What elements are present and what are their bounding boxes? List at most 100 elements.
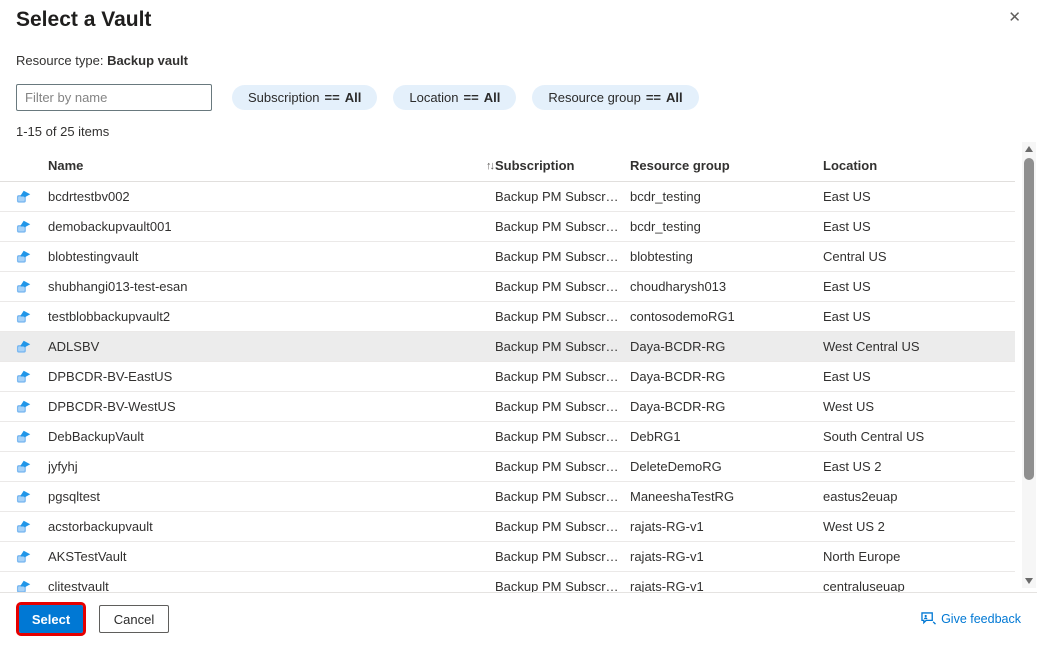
cell-location: East US xyxy=(823,279,1015,294)
backup-vault-icon xyxy=(16,550,31,564)
backup-vault-icon xyxy=(16,250,31,264)
cell-location: East US 2 xyxy=(823,459,1015,474)
scrollbar-thumb[interactable] xyxy=(1024,158,1034,480)
cancel-button[interactable]: Cancel xyxy=(99,605,169,633)
cell-name: DPBCDR-BV-EastUS xyxy=(48,369,495,384)
vault-icon-cell xyxy=(16,580,48,593)
filter-pill[interactable]: Location == All xyxy=(393,85,516,110)
backup-vault-icon xyxy=(16,490,31,504)
cell-resource-group: Daya-BCDR-RG xyxy=(630,339,823,354)
vault-icon-cell xyxy=(16,460,48,474)
vault-icon-cell xyxy=(16,280,48,294)
column-header-subscription: Subscription xyxy=(495,158,630,173)
table-row[interactable]: ADLSBV Backup PM Subscription Daya-BCDR-… xyxy=(0,332,1015,362)
cell-location: West US xyxy=(823,399,1015,414)
vault-icon-cell xyxy=(16,430,48,444)
page-title: Select a Vault xyxy=(16,8,151,32)
filter-pill[interactable]: Resource group == All xyxy=(532,85,698,110)
table-row[interactable]: DPBCDR-BV-WestUS Backup PM Subscription … xyxy=(0,392,1015,422)
cell-resource-group: rajats-RG-v1 xyxy=(630,549,823,564)
backup-vault-icon xyxy=(16,520,31,534)
table-row[interactable]: bcdrtestbv002 Backup PM Subscription bcd… xyxy=(0,182,1015,212)
cell-name: shubhangi013-test-esan xyxy=(48,279,495,294)
cell-resource-group: contosodemoRG1 xyxy=(630,309,823,324)
filter-pill[interactable]: Subscription == All xyxy=(232,85,377,110)
scroll-up-icon[interactable] xyxy=(1022,142,1036,156)
cell-resource-group: DebRG1 xyxy=(630,429,823,444)
backup-vault-icon xyxy=(16,370,31,384)
column-header-name-label: Name xyxy=(48,158,83,173)
column-header-location: Location xyxy=(823,158,1015,173)
vault-icon-cell xyxy=(16,190,48,204)
cell-name: DebBackupVault xyxy=(48,429,495,444)
cell-location: East US xyxy=(823,369,1015,384)
resource-type-label: Resource type: xyxy=(16,53,103,68)
table-row[interactable]: DPBCDR-BV-EastUS Backup PM Subscription … xyxy=(0,362,1015,392)
resource-type-value: Backup vault xyxy=(107,53,188,68)
cell-resource-group: DeleteDemoRG xyxy=(630,459,823,474)
backup-vault-icon xyxy=(16,430,31,444)
backup-vault-icon xyxy=(16,190,31,204)
cell-name: testblobbackupvault2 xyxy=(48,309,495,324)
cell-subscription: Backup PM Subscription xyxy=(495,369,630,384)
cell-resource-group: choudharysh013 xyxy=(630,279,823,294)
filter-pill-field: Location xyxy=(409,90,458,105)
table-row[interactable]: AKSTestVault Backup PM Subscription raja… xyxy=(0,542,1015,572)
backup-vault-icon xyxy=(16,580,31,593)
cell-name: blobtestingvault xyxy=(48,249,495,264)
dialog-footer: Select Cancel Give feedback xyxy=(0,592,1037,645)
filter-pill-field: Resource group xyxy=(548,90,641,105)
filter-by-name-input[interactable] xyxy=(16,84,212,111)
vertical-scrollbar[interactable] xyxy=(1022,142,1036,588)
cell-subscription: Backup PM Subscription xyxy=(495,579,630,592)
vault-icon-cell xyxy=(16,340,48,354)
cell-subscription: Backup PM Subscription xyxy=(495,489,630,504)
cell-location: West US 2 xyxy=(823,519,1015,534)
table-row[interactable]: testblobbackupvault2 Backup PM Subscript… xyxy=(0,302,1015,332)
cell-location: South Central US xyxy=(823,429,1015,444)
filter-pill-field: Subscription xyxy=(248,90,320,105)
vault-icon-cell xyxy=(16,520,48,534)
table-row[interactable]: clitestvault Backup PM Subscription raja… xyxy=(0,572,1015,592)
filter-pill-value: All xyxy=(666,90,683,105)
cell-subscription: Backup PM Subscription xyxy=(495,399,630,414)
vault-table: Name ↑↓ Subscription Resource group Loca… xyxy=(0,150,1015,592)
cell-resource-group: ManeeshaTestRG xyxy=(630,489,823,504)
table-row[interactable]: demobackupvault001 Backup PM Subscriptio… xyxy=(0,212,1015,242)
cell-location: Central US xyxy=(823,249,1015,264)
cell-name: acstorbackupvault xyxy=(48,519,495,534)
cell-resource-group: bcdr_testing xyxy=(630,189,823,204)
cell-subscription: Backup PM Subscription xyxy=(495,339,630,354)
backup-vault-icon xyxy=(16,310,31,324)
table-row[interactable]: jyfyhj Backup PM Subscription DeleteDemo… xyxy=(0,452,1015,482)
table-row[interactable]: shubhangi013-test-esan Backup PM Subscri… xyxy=(0,272,1015,302)
close-icon[interactable]: ✕ xyxy=(1008,10,1021,25)
give-feedback-label: Give feedback xyxy=(941,612,1021,626)
items-count: 1-15 of 25 items xyxy=(16,124,109,139)
cell-name: AKSTestVault xyxy=(48,549,495,564)
select-vault-dialog: Select a Vault ✕ Resource type: Backup v… xyxy=(0,0,1037,645)
filter-pill-operator: == xyxy=(646,90,661,105)
cell-name: ADLSBV xyxy=(48,339,495,354)
sort-icon[interactable]: ↑↓ xyxy=(486,160,493,172)
cell-name: clitestvault xyxy=(48,579,495,592)
feedback-icon xyxy=(921,612,936,626)
vault-icon-cell xyxy=(16,400,48,414)
filter-row: Subscription == All Location == All Reso… xyxy=(16,84,699,111)
scroll-down-icon[interactable] xyxy=(1022,574,1036,588)
table-row[interactable]: DebBackupVault Backup PM Subscription De… xyxy=(0,422,1015,452)
cell-name: jyfyhj xyxy=(48,459,495,474)
column-header-name[interactable]: Name ↑↓ xyxy=(48,158,495,173)
table-body: bcdrtestbv002 Backup PM Subscription bcd… xyxy=(0,182,1015,592)
table-row[interactable]: acstorbackupvault Backup PM Subscription… xyxy=(0,512,1015,542)
cell-resource-group: Daya-BCDR-RG xyxy=(630,399,823,414)
cell-name: pgsqltest xyxy=(48,489,495,504)
table-row[interactable]: blobtestingvault Backup PM Subscription … xyxy=(0,242,1015,272)
backup-vault-icon xyxy=(16,280,31,294)
cell-location: centraluseuap xyxy=(823,579,1015,592)
cell-location: eastus2euap xyxy=(823,489,1015,504)
filter-pill-value: All xyxy=(484,90,501,105)
table-row[interactable]: pgsqltest Backup PM Subscription Maneesh… xyxy=(0,482,1015,512)
give-feedback-link[interactable]: Give feedback xyxy=(921,612,1021,626)
select-button[interactable]: Select xyxy=(19,605,83,633)
